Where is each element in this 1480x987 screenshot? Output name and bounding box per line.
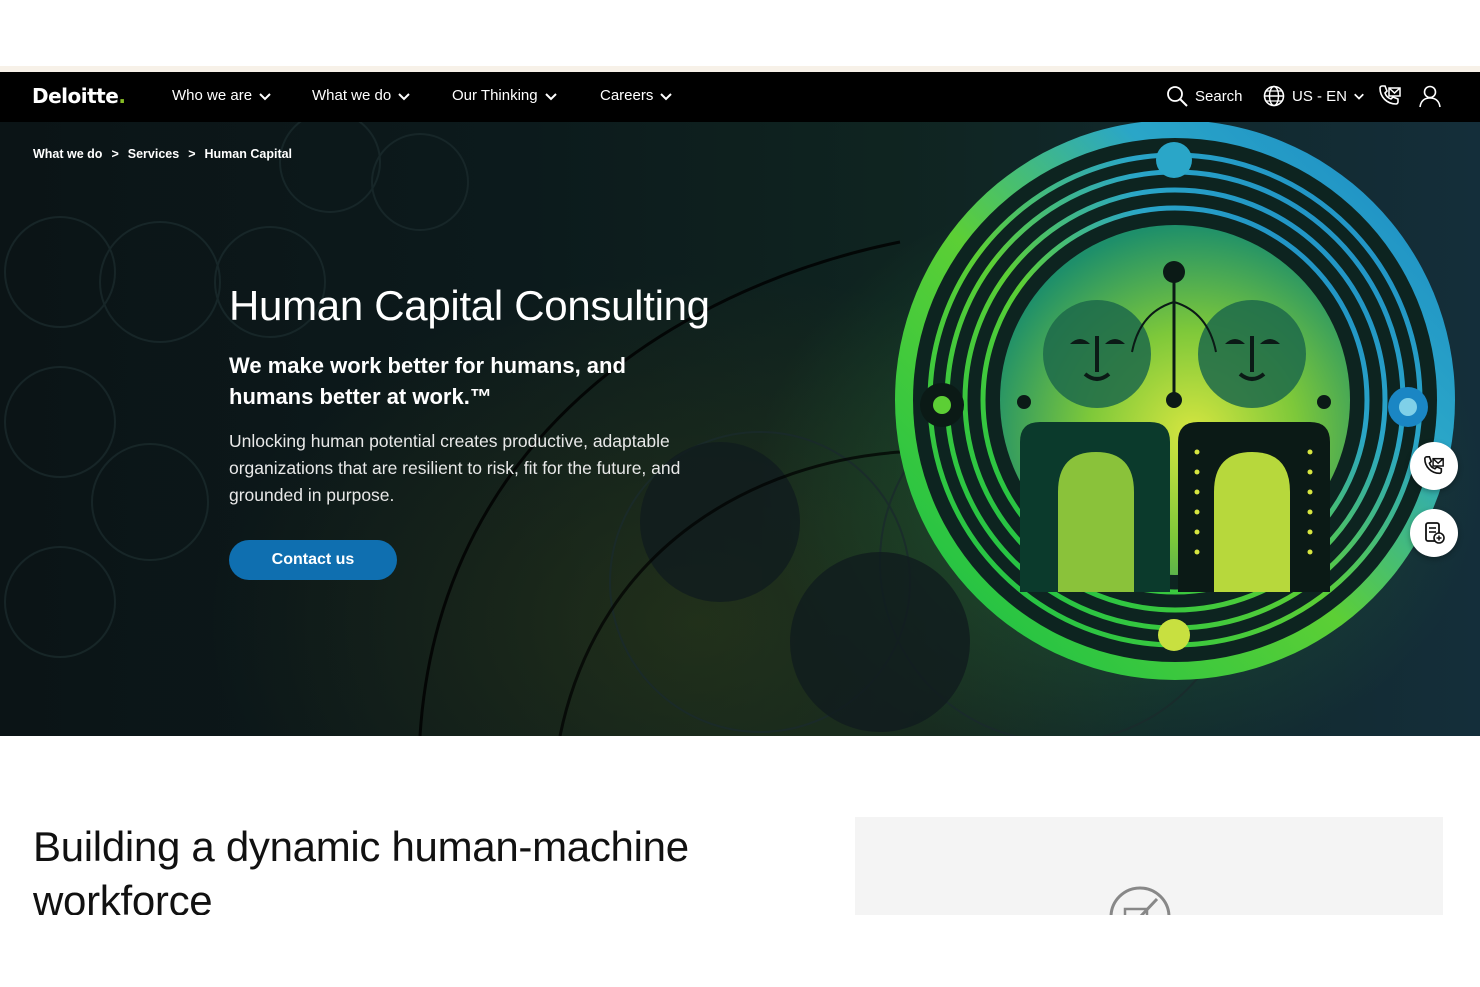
contact-us-button[interactable]: Contact us (229, 540, 397, 580)
locale-selector[interactable]: US - EN (1262, 84, 1365, 108)
hero-banner: What we do > Services > Human Capital Hu… (0, 122, 1480, 736)
nav-item-label: Our Thinking (452, 87, 538, 104)
breadcrumb-services[interactable]: Services (128, 147, 179, 161)
contact-icon (1379, 85, 1401, 105)
chevron-down-icon (660, 92, 673, 100)
search-label: Search (1195, 87, 1243, 105)
hero-description: Unlocking human potential creates produc… (229, 431, 681, 505)
chevron-down-icon (259, 92, 271, 100)
nav-who-we-are[interactable]: Who we are (172, 87, 272, 104)
search-button[interactable]: Search (1165, 84, 1243, 108)
nav-item-label: Who we are (172, 87, 253, 104)
floating-subscribe-button[interactable] (1410, 509, 1458, 557)
contact-icon (1424, 456, 1444, 475)
nav-item-label: What we do (312, 87, 392, 104)
contact-button[interactable] (1377, 84, 1403, 108)
subscribe-icon (1425, 522, 1445, 544)
breadcrumb: What we do > Services > Human Capital (33, 147, 292, 161)
user-icon (1419, 85, 1441, 108)
locale-label: US - EN (1292, 87, 1348, 105)
deloitte-logo[interactable]: Deloitte. (32, 84, 126, 108)
hero-illustration (4, 122, 1455, 736)
chevron-down-icon (1354, 93, 1364, 100)
breadcrumb-separator: > (188, 147, 196, 161)
nav-careers[interactable]: Careers (600, 87, 673, 104)
search-icon (1167, 86, 1188, 107)
globe-icon (1263, 85, 1285, 107)
nav-our-thinking[interactable]: Our Thinking (452, 87, 558, 104)
account-button[interactable] (1418, 84, 1442, 108)
hero-subtitle: We make work better for humans, and huma… (229, 353, 626, 409)
main-navigation: Deloitte. Who we are What we do Our Thin… (0, 72, 1480, 122)
hero-title: Human Capital Consulting (229, 282, 710, 329)
breadcrumb-current: Human Capital (204, 147, 293, 161)
nav-what-we-do[interactable]: What we do (312, 87, 411, 104)
breadcrumb-what-we-do[interactable]: What we do (33, 147, 102, 161)
chevron-down-icon (398, 92, 410, 100)
nav-item-label: Careers (600, 87, 654, 104)
chevron-down-icon (544, 92, 557, 100)
media-placeholder[interactable] (855, 817, 1443, 915)
section-title: Building a dynamic human-machine workfor… (33, 823, 689, 915)
video-unavailable-icon (1109, 886, 1171, 915)
floating-contact-button[interactable] (1410, 442, 1458, 490)
breadcrumb-separator: > (111, 147, 119, 161)
top-whitespace (0, 0, 1480, 66)
